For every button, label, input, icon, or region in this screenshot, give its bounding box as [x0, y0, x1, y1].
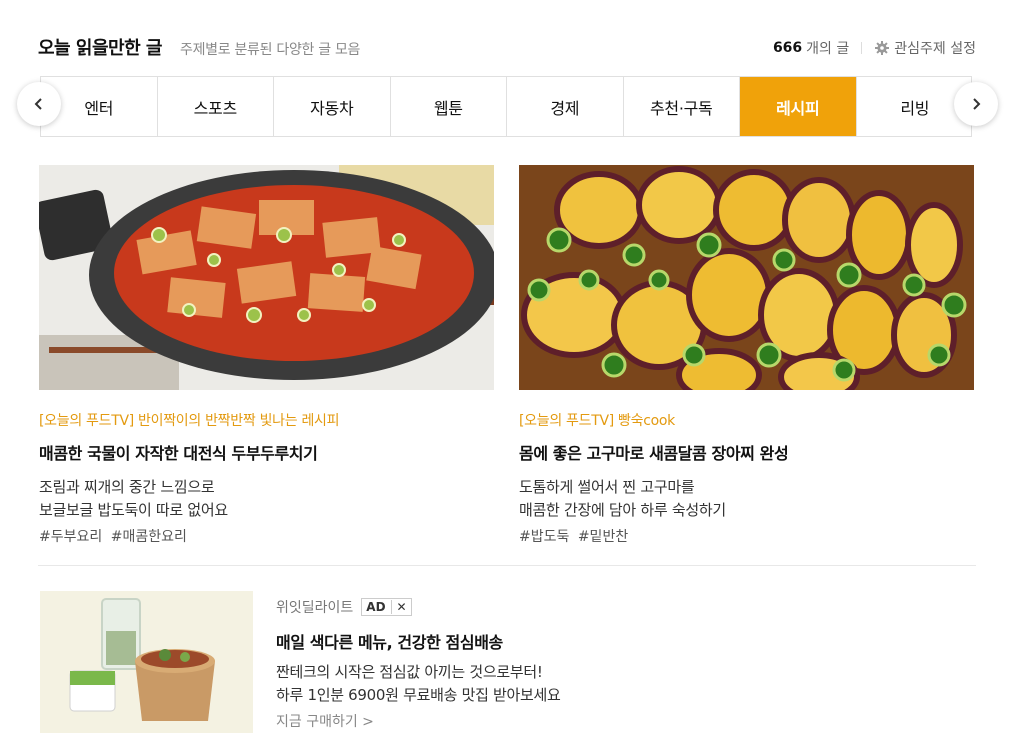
article-thumbnail[interactable]: [519, 165, 974, 390]
article-source[interactable]: [오늘의 푸드TV] 반이짝이의 반짝반짝 빛나는 레시피: [39, 410, 494, 430]
article-source[interactable]: [오늘의 푸드TV] 빵숙cook: [519, 410, 974, 430]
ad-badge: AD ✕: [361, 598, 412, 616]
article-description: 조림과 찌개의 중간 느낌으로 보글보글 밥도둑이 따로 없어요: [39, 476, 494, 522]
tag-link[interactable]: #밑반찬: [578, 529, 628, 545]
section-title: 오늘 읽을만한 글: [38, 38, 162, 59]
chevron-right-icon: [973, 98, 981, 110]
article-tags: #두부요리 #매콤한요리: [39, 526, 494, 546]
ad-desc-line: 짠테크의 시작은 점심값 아끼는 것으로부터!: [276, 663, 543, 681]
ad-title[interactable]: 매일 색다른 메뉴, 건강한 점심배송: [276, 629, 561, 653]
tag-link[interactable]: #밥도둑: [519, 529, 569, 545]
article-headline[interactable]: 매콤한 국물이 자작한 대전식 두부두루치기: [39, 440, 494, 464]
tab-recommend[interactable]: 추천·구독: [624, 77, 740, 136]
tab-sports[interactable]: 스포츠: [158, 77, 274, 136]
ad-info: 위잇딜라이트 AD ✕ 매일 색다른 메뉴, 건강한 점심배송 짠테크의 시작은…: [276, 597, 561, 731]
header-right: 666 개의 글 관심주제 설정: [773, 38, 976, 58]
article-count: 666: [772, 40, 803, 56]
article-desc-line: 도톰하게 썰어서 찐 고구마를: [519, 478, 695, 496]
gear-icon: [875, 41, 890, 55]
tab-webtoon[interactable]: 웹툰: [391, 77, 507, 136]
tab-recipe[interactable]: 레시피: [740, 77, 857, 136]
ad-advertiser-row: 위잇딜라이트 AD ✕: [276, 597, 561, 617]
tab-cars[interactable]: 자동차: [274, 77, 391, 136]
header-divider: [861, 42, 863, 54]
ad-description: 짠테크의 시작은 점심값 아끼는 것으로부터! 하루 1인분 6900원 무료배…: [276, 661, 561, 707]
interest-settings-label: 관심주제 설정: [894, 41, 976, 57]
article-desc-line: 조림과 찌개의 중간 느낌으로: [39, 478, 215, 496]
article-description: 도톰하게 썰어서 찐 고구마를 매콤한 간장에 담아 하루 숙성하기: [519, 476, 974, 522]
tag-link[interactable]: #매콤한요리: [111, 529, 187, 545]
close-icon[interactable]: ✕: [390, 600, 407, 614]
section-subtitle: 주제별로 분류된 다양한 글 모음: [180, 42, 361, 58]
tag-link[interactable]: #두부요리: [39, 529, 102, 545]
article-card[interactable]: [오늘의 푸드TV] 반이짝이의 반짝반짝 빛나는 레시피 매콤한 국물이 자작…: [39, 165, 494, 546]
ad-cta-link[interactable]: 지금 구매하기 >: [276, 711, 561, 731]
article-thumbnail[interactable]: [39, 165, 494, 390]
tabs-prev-button[interactable]: [17, 82, 61, 126]
ad-desc-line: 하루 1인분 6900원 무료배송 맛집 받아보세요: [276, 686, 561, 704]
category-tabs: 엔터 스포츠 자동차 웹툰 경제 추천·구독 레시피 리빙: [40, 76, 972, 137]
ad-advertiser[interactable]: 위잇딜라이트: [276, 597, 353, 617]
section-header: 오늘 읽을만한 글 주제별로 분류된 다양한 글 모음 666 개의 글 관심주…: [38, 34, 976, 62]
chevron-left-icon: [34, 98, 42, 110]
article-desc-line: 매콤한 간장에 담아 하루 숙성하기: [519, 501, 726, 519]
article-desc-line: 보글보글 밥도둑이 따로 없어요: [39, 501, 228, 519]
article-card[interactable]: [오늘의 푸드TV] 빵숙cook 몸에 좋은 고구마로 새콤달콤 장아찌 완성…: [519, 165, 974, 546]
article-headline[interactable]: 몸에 좋은 고구마로 새콤달콤 장아찌 완성: [519, 440, 974, 464]
tabs-next-button[interactable]: [954, 82, 998, 126]
interest-settings-button[interactable]: 관심주제 설정: [874, 38, 976, 58]
tab-economy[interactable]: 경제: [507, 77, 624, 136]
ad-block[interactable]: 위잇딜라이트 AD ✕ 매일 색다른 메뉴, 건강한 점심배송 짠테크의 시작은…: [40, 591, 976, 733]
article-tags: #밥도둑 #밑반찬: [519, 526, 974, 546]
ad-label: AD: [366, 600, 386, 614]
article-count-suffix: 개의 글: [806, 41, 850, 57]
ad-image[interactable]: [40, 591, 253, 733]
section-divider: [38, 565, 976, 566]
